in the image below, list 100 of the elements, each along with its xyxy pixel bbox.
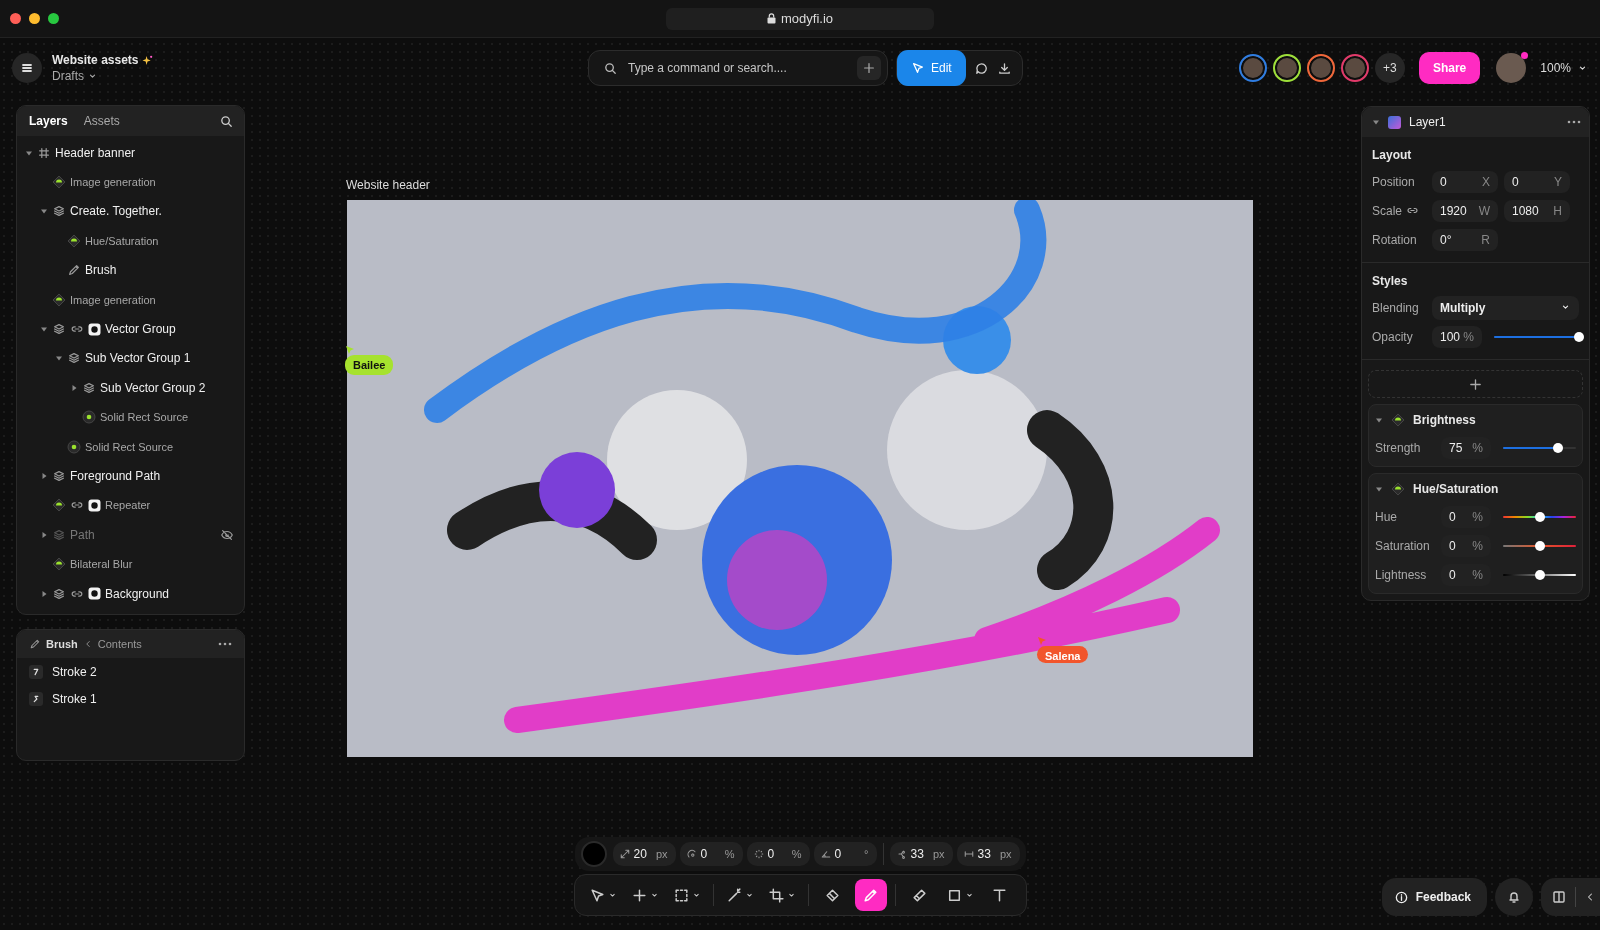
plus-icon [1468, 376, 1483, 392]
crop-icon [767, 886, 785, 904]
layer-name[interactable]: Image generation [70, 176, 156, 189]
number-field[interactable]: 0 X [1432, 170, 1498, 193]
layer-name[interactable]: Bilateral Blur [70, 558, 133, 571]
layer-name[interactable]: Sub Vector Group 2 [100, 380, 206, 395]
comment-button[interactable] [973, 60, 989, 76]
layer-title: Layer1 [1409, 115, 1446, 129]
panel-tab[interactable]: Layers [23, 110, 74, 132]
brush-setting-field[interactable]: 0 ° [813, 842, 877, 866]
eye-off-icon [220, 527, 234, 542]
feedback-button[interactable]: Feedback [1381, 878, 1487, 916]
brush-setting-field[interactable]: 0 % [746, 842, 810, 866]
window-control[interactable] [29, 13, 40, 24]
property-label: Blending [1372, 300, 1420, 315]
layers-icon [52, 204, 66, 219]
user-avatar[interactable] [1496, 53, 1527, 83]
caret-icon[interactable] [1375, 485, 1383, 493]
command-search-box[interactable]: Type a command or search.... [588, 50, 888, 86]
slider-thumb[interactable] [1534, 511, 1545, 522]
panel-toggle-button[interactable] [1551, 889, 1567, 905]
effect-icon [1391, 482, 1405, 496]
layer-name[interactable]: Sub Vector Group 1 [85, 351, 191, 366]
effect-icon [67, 233, 81, 248]
bucket-icon [824, 886, 841, 904]
window-control[interactable] [10, 13, 21, 24]
more-icon[interactable] [218, 642, 232, 647]
marquee-icon [672, 886, 690, 904]
number-field[interactable]: 1920 W [1432, 199, 1498, 222]
layer-name[interactable]: Vector Group [105, 322, 176, 337]
angle-icon [819, 848, 832, 860]
layer-name[interactable]: Repeater [105, 499, 151, 512]
property-label: Position [1372, 174, 1415, 189]
effect-icon [52, 498, 66, 513]
panel-tab[interactable]: Assets [77, 110, 126, 132]
layer-name[interactable]: Path [70, 527, 95, 542]
layer-name[interactable]: Solid Rect Source [100, 411, 189, 424]
caret-icon[interactable] [40, 589, 48, 598]
number-field[interactable]: 0 Y [1504, 170, 1570, 193]
layer-name[interactable]: Background [105, 586, 170, 601]
sparkle-icon [141, 54, 153, 66]
caret-icon[interactable] [40, 325, 48, 334]
caret-icon[interactable] [40, 472, 48, 480]
layer-name[interactable]: Brush [85, 263, 117, 278]
brush-setting-field[interactable]: 33 px [889, 842, 953, 866]
edit-mode-button[interactable]: Edit [897, 50, 966, 86]
breadcrumb-link[interactable]: Brush [46, 638, 78, 651]
more-icon[interactable] [1567, 120, 1581, 124]
number-field[interactable]: 1080 H [1504, 199, 1570, 222]
notifications-button[interactable] [1495, 878, 1533, 916]
color-swatch[interactable] [580, 841, 607, 867]
stroke-item[interactable]: Stroke 1 [52, 691, 97, 706]
caret-icon[interactable] [1372, 118, 1380, 126]
document-title: Website assets [52, 53, 139, 67]
caret-icon[interactable] [1375, 416, 1383, 424]
layers-icon [82, 380, 96, 395]
brush-setting-field[interactable]: 20 px [612, 842, 676, 866]
property-label: Hue [1375, 509, 1398, 524]
add-button[interactable] [857, 56, 881, 80]
plus-icon [630, 886, 648, 904]
effect-name: Brightness [1413, 413, 1476, 427]
download-button[interactable] [996, 60, 1012, 76]
brush-setting-field[interactable]: 33 px [956, 842, 1020, 866]
blending-dropdown[interactable]: Multiply [1432, 295, 1579, 320]
collaborator-avatar[interactable] [1306, 54, 1335, 82]
slider-thumb[interactable] [1534, 569, 1545, 580]
collaborator-avatar[interactable] [1272, 54, 1301, 82]
search-icon [219, 113, 234, 129]
layer-name[interactable]: Solid Rect Source [85, 440, 174, 453]
search-button[interactable] [219, 113, 234, 129]
zoom-dropdown[interactable]: 100% [1540, 61, 1588, 75]
layer-name[interactable]: Image generation [70, 293, 156, 306]
slider-thumb[interactable] [1574, 331, 1584, 342]
caret-icon[interactable] [55, 354, 63, 363]
section-title: Styles [1372, 273, 1409, 290]
source-icon [67, 439, 81, 454]
layer-name[interactable]: Create. Together. [70, 204, 162, 219]
caret-icon[interactable] [40, 207, 48, 216]
text-icon [991, 886, 1008, 904]
resize-icon [618, 848, 631, 860]
folder-dropdown[interactable]: Drafts [52, 69, 352, 83]
brush-setting-field[interactable]: 0 % [679, 842, 743, 866]
address-bar[interactable]: modyfi.io [666, 7, 934, 30]
number-field[interactable]: 100 % [1432, 325, 1482, 348]
layer-name[interactable]: Header banner [55, 145, 136, 160]
slider-thumb[interactable] [1534, 540, 1545, 551]
number-field[interactable]: 0° R [1432, 228, 1498, 251]
pencil-tool-button[interactable] [854, 879, 887, 911]
stroke-item[interactable]: Stroke 2 [52, 664, 97, 679]
command-search-field[interactable]: Type a command or search.... [626, 60, 849, 76]
slider-thumb[interactable] [1552, 442, 1563, 453]
more-collaborators-count[interactable]: +3 [1374, 53, 1405, 83]
pencil-icon [29, 638, 41, 651]
layer-name[interactable]: Hue/Saturation [85, 234, 159, 247]
window-control[interactable] [48, 13, 59, 24]
menu-button[interactable] [12, 53, 42, 83]
caret-icon[interactable] [40, 530, 48, 539]
caret-icon[interactable] [70, 383, 78, 392]
layers-icon [67, 351, 81, 366]
layer-name[interactable]: Foreground Path [70, 469, 161, 483]
